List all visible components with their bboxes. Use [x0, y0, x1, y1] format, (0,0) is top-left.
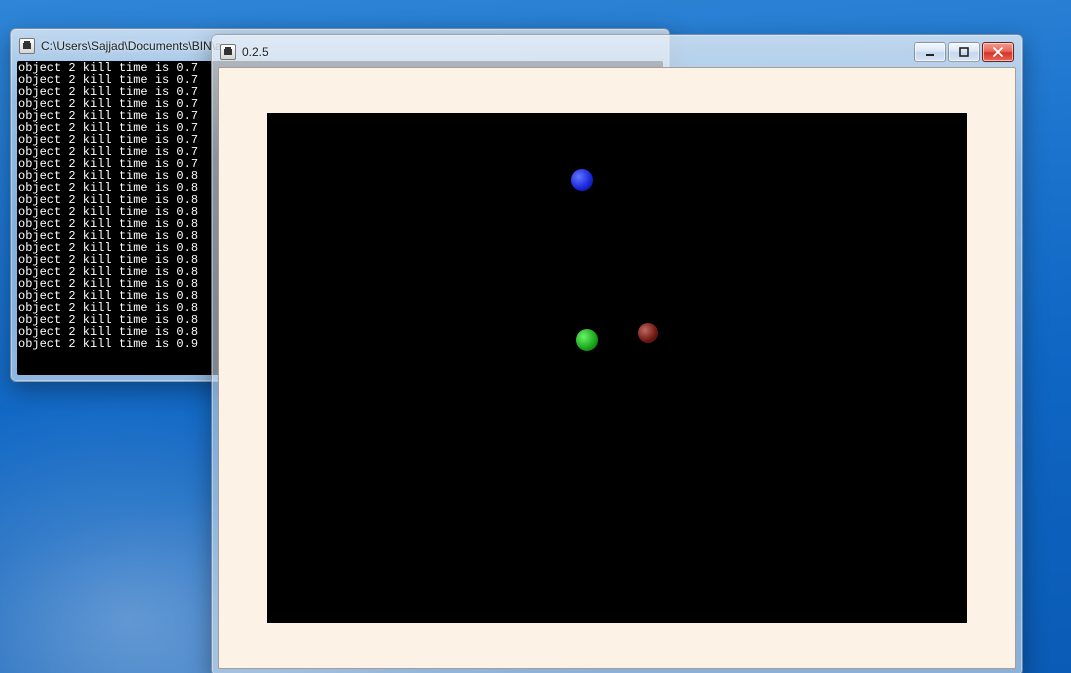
minimize-icon	[925, 47, 935, 57]
close-button[interactable]	[982, 42, 1014, 62]
minimize-button[interactable]	[914, 42, 946, 62]
app-title: 0.2.5	[242, 45, 908, 59]
ball-blue	[571, 169, 593, 191]
maximize-icon	[959, 47, 969, 57]
ball-red	[638, 323, 658, 343]
caption-buttons	[914, 42, 1014, 62]
app-icon	[220, 44, 236, 60]
ball-green	[576, 329, 598, 351]
app-titlebar[interactable]: 0.2.5	[218, 41, 1016, 67]
close-icon	[993, 47, 1003, 57]
maximize-button[interactable]	[948, 42, 980, 62]
app-window[interactable]: 0.2.5	[211, 34, 1023, 673]
game-canvas[interactable]	[267, 113, 967, 623]
app-client-area	[218, 67, 1016, 669]
desktop-background: C:\Users\Sajjad\Documents\BIN\a object 2…	[0, 0, 1071, 673]
console-app-icon	[19, 38, 35, 54]
